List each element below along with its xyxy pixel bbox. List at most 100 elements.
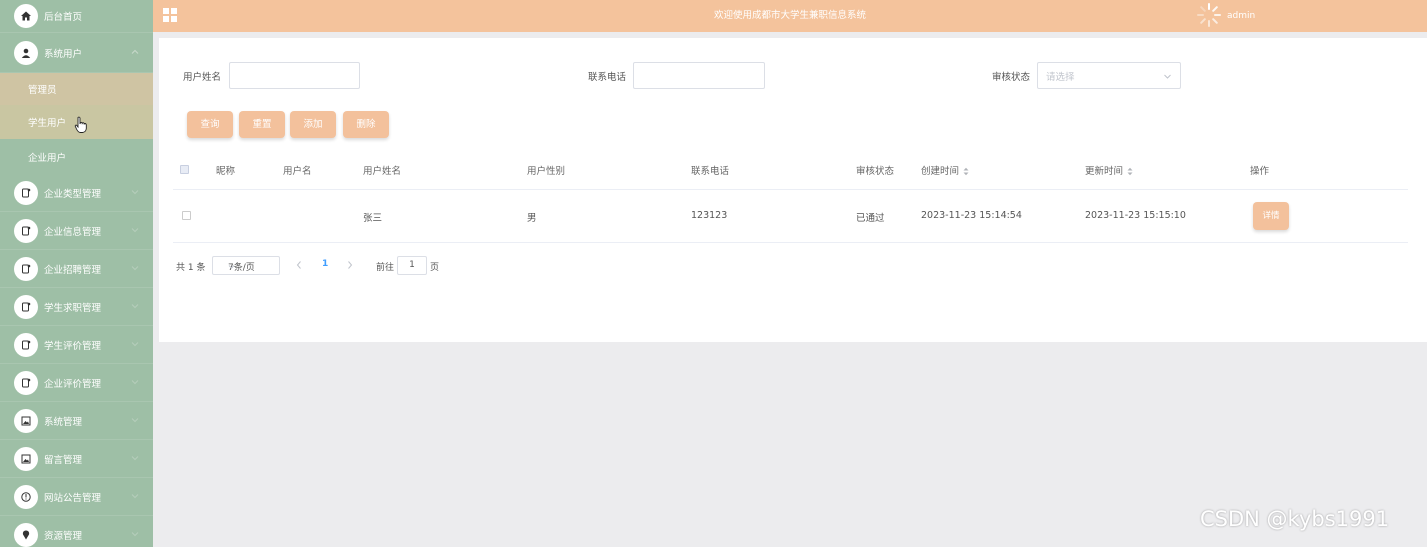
sidebar-item-label: 留言管理: [44, 454, 83, 466]
watermark: CSDN @kybs1991: [1200, 507, 1390, 531]
sidebar-item-home[interactable]: 后台首页: [0, 0, 153, 33]
select-all-checkbox[interactable]: [180, 165, 189, 174]
column-header-phone: 联系电话: [691, 166, 730, 177]
sidebar-item-label: 系统管理: [44, 416, 83, 428]
hand-cursor-icon: [74, 116, 88, 134]
column-header-action: 操作: [1250, 166, 1270, 177]
pin-icon: [14, 522, 38, 547]
chevron-down-icon: [131, 530, 139, 538]
doc-icon: [14, 332, 38, 357]
sidebar-item-company-recruit[interactable]: 企业招聘管理: [0, 250, 153, 288]
doc-icon: [14, 370, 38, 395]
submenu-item-company-users[interactable]: 企业用户: [0, 139, 153, 174]
chevron-up-icon: [131, 48, 139, 56]
sidebar-item-company-info[interactable]: 企业信息管理: [0, 212, 153, 250]
chevron-down-icon: [131, 188, 139, 196]
sidebar-item-label: 系统用户: [44, 48, 83, 60]
cell-phone: 123123: [691, 210, 728, 221]
sidebar-item-student-review[interactable]: 学生评价管理: [0, 326, 153, 364]
sidebar-item-label: 企业评价管理: [44, 378, 102, 390]
pagination-total: 共 1 条: [176, 263, 206, 273]
chevron-down-icon: [131, 416, 139, 424]
sidebar-item-label: 企业招聘管理: [44, 264, 102, 276]
sidebar: 后台首页 系统用户 管理员 学生用户 企业用户 企业类型管理 企业信息管理 企业…: [0, 0, 153, 547]
chevron-down-icon: [1163, 72, 1172, 81]
sidebar-item-message[interactable]: 留言管理: [0, 440, 153, 478]
reset-button[interactable]: 重置: [239, 111, 285, 138]
sidebar-item-label: 学生求职管理: [44, 302, 102, 314]
column-header-created[interactable]: 创建时间: [921, 163, 969, 177]
cell-updated: 2023-11-23 15:15:10: [1085, 210, 1186, 221]
image-icon: [14, 446, 38, 471]
cell-created: 2023-11-23 15:14:54: [921, 210, 1022, 221]
table-header-divider: [173, 189, 1408, 190]
submenu-item-admin[interactable]: 管理员: [0, 73, 153, 105]
sidebar-item-company-type[interactable]: 企业类型管理: [0, 174, 153, 212]
home-icon: [14, 4, 38, 28]
sidebar-item-label: 资源管理: [44, 530, 83, 542]
username-label[interactable]: admin: [1227, 0, 1255, 33]
chevron-down-icon: [131, 378, 139, 386]
page-unit-label: 页: [430, 263, 440, 273]
sidebar-item-label: 网站公告管理: [44, 492, 102, 504]
add-button[interactable]: 添加: [290, 111, 336, 138]
name-input[interactable]: [229, 62, 360, 89]
top-header: 欢迎使用成都市大学生兼职信息系统 admin: [153, 0, 1427, 32]
sidebar-item-system-users[interactable]: 系统用户: [0, 33, 153, 73]
detail-button[interactable]: 详情: [1253, 202, 1289, 230]
column-header-label: 更新时间: [1085, 166, 1124, 177]
current-page-number[interactable]: 1: [322, 259, 328, 269]
row-checkbox[interactable]: [182, 211, 191, 220]
doc-icon: [14, 218, 38, 243]
column-header-nickname: 昵称: [216, 166, 236, 177]
goto-label: 前往: [376, 263, 395, 273]
chevron-down-icon: [131, 492, 139, 500]
doc-icon: [14, 294, 38, 319]
cell-status: 已通过: [856, 213, 885, 224]
column-header-name: 用户姓名: [363, 166, 402, 177]
column-header-status: 审核状态: [856, 166, 895, 177]
sidebar-item-announcement[interactable]: 网站公告管理: [0, 478, 153, 516]
prev-page-icon[interactable]: [295, 260, 303, 270]
chevron-down-icon: [131, 226, 139, 234]
status-select-placeholder: 请选择: [1046, 72, 1075, 83]
info-icon: [14, 484, 38, 509]
status-select[interactable]: 请选择: [1037, 62, 1181, 89]
phone-label: 联系电话: [588, 72, 627, 83]
column-header-updated[interactable]: 更新时间: [1085, 163, 1133, 177]
sort-icon[interactable]: [1127, 167, 1133, 176]
submenu-item-label: 学生用户: [28, 118, 67, 129]
chevron-down-icon: [131, 340, 139, 348]
sidebar-item-company-review[interactable]: 企业评价管理: [0, 364, 153, 402]
chevron-down-icon: [228, 263, 235, 270]
sidebar-item-label: 学生评价管理: [44, 340, 102, 352]
phone-input[interactable]: [633, 62, 765, 89]
submenu-item-label: 管理员: [28, 85, 57, 96]
submenu-item-label: 企业用户: [28, 152, 67, 164]
doc-icon: [14, 256, 38, 281]
sidebar-item-system-manage[interactable]: 系统管理: [0, 402, 153, 440]
sidebar-item-resource[interactable]: 资源管理: [0, 516, 153, 547]
sidebar-item-label: 企业类型管理: [44, 188, 102, 200]
column-header-label: 创建时间: [921, 166, 960, 177]
cell-name: 张三: [363, 213, 383, 224]
sidebar-item-student-jobseek[interactable]: 学生求职管理: [0, 288, 153, 326]
column-header-gender: 用户性别: [527, 166, 566, 177]
goto-page-input[interactable]: 1: [397, 256, 427, 275]
page-size-select[interactable]: 7条/页: [212, 256, 280, 275]
delete-button[interactable]: 删除: [343, 111, 389, 138]
sort-icon[interactable]: [963, 167, 969, 176]
status-label: 审核状态: [992, 72, 1031, 83]
sidebar-item-label: 后台首页: [44, 12, 83, 23]
user-icon: [14, 40, 38, 65]
query-button[interactable]: 查询: [187, 111, 233, 138]
doc-icon: [14, 180, 38, 205]
sidebar-item-label: 企业信息管理: [44, 226, 102, 238]
loading-avatar-icon: [1196, 2, 1222, 28]
content-panel: 用户姓名 联系电话 审核状态 请选择 查询 重置 添加 删除 昵称 用户名 用户…: [159, 38, 1427, 342]
chevron-down-icon: [131, 302, 139, 310]
image-icon: [14, 408, 38, 433]
chevron-down-icon: [131, 264, 139, 272]
column-header-username: 用户名: [283, 166, 312, 177]
next-page-icon[interactable]: [346, 260, 354, 270]
